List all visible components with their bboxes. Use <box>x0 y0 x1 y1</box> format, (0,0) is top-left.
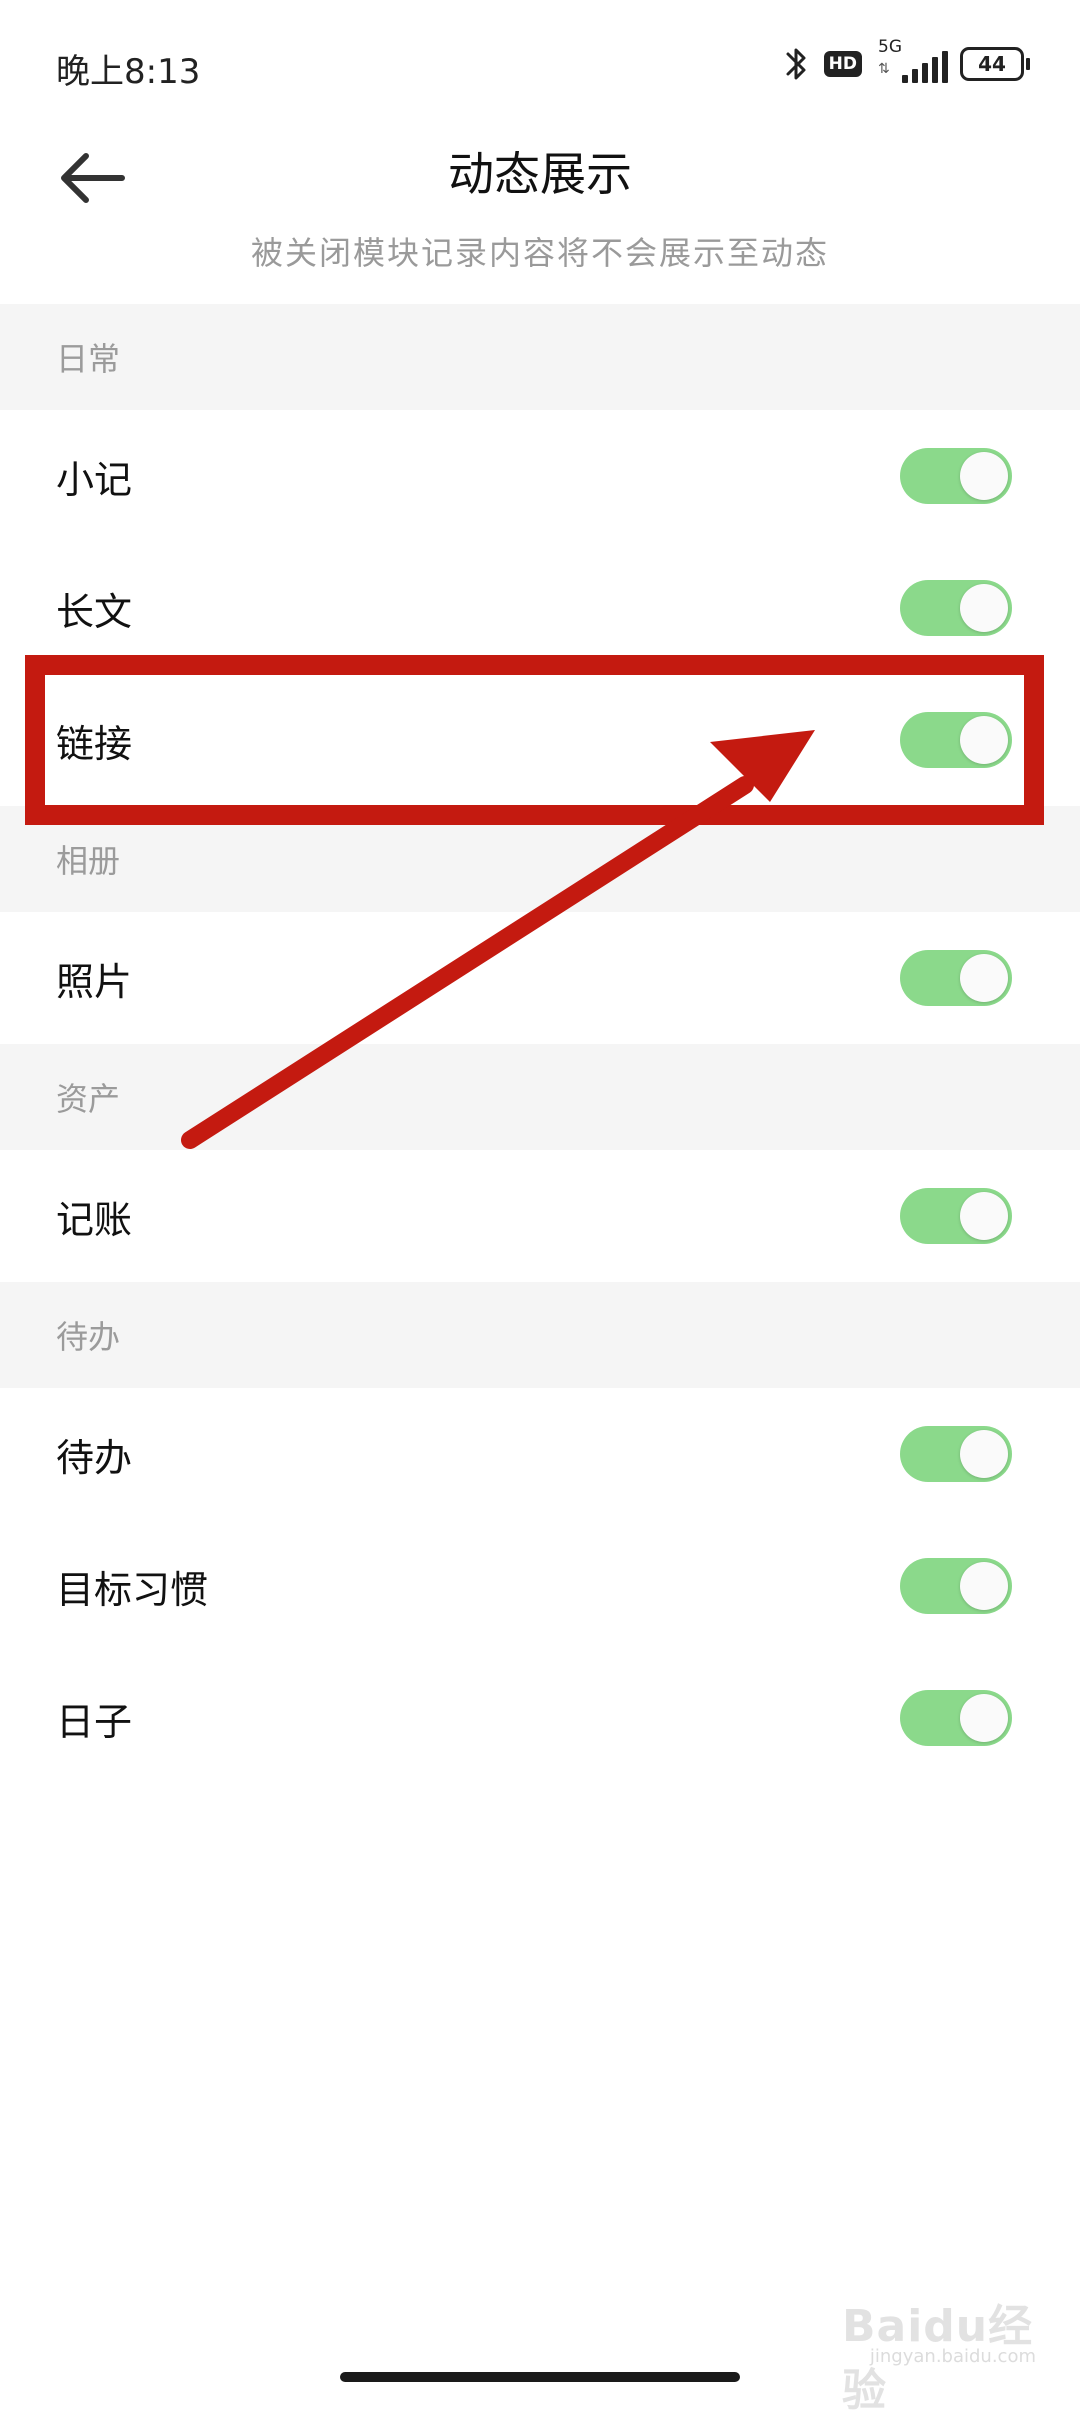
annotation-highlight-box <box>25 655 1044 825</box>
setting-label: 长文 <box>56 589 133 634</box>
toggle-knob <box>960 1562 1008 1610</box>
toggle-switch[interactable] <box>900 1426 1012 1482</box>
status-time: 晚上8:13 <box>56 52 201 92</box>
setting-label: 照片 <box>56 959 133 1004</box>
toggle-switch[interactable] <box>900 448 1012 504</box>
setting-label: 目标习惯 <box>56 1567 209 1612</box>
signal-icon: 5G ⇅ <box>876 37 948 87</box>
settings-list: 日常 小记 长文 链接 相册 照片 资产 记账 待办 待办 目标习惯 日子 <box>0 304 1080 1784</box>
toggle-switch[interactable] <box>900 1188 1012 1244</box>
section-title: 日常 <box>56 340 121 378</box>
section-header-assets: 资产 <box>0 1044 1080 1150</box>
toggle-switch[interactable] <box>900 950 1012 1006</box>
setting-label: 待办 <box>56 1435 133 1480</box>
setting-row-photo[interactable]: 照片 <box>0 912 1080 1044</box>
setting-label: 日子 <box>56 1699 133 1744</box>
battery-icon: 44 <box>960 47 1030 81</box>
toggle-knob <box>960 1694 1008 1742</box>
toggle-switch[interactable] <box>900 1558 1012 1614</box>
section-header-todo: 待办 <box>0 1282 1080 1388</box>
setting-row-goal-habit[interactable]: 目标习惯 <box>0 1520 1080 1652</box>
toggle-knob <box>960 584 1008 632</box>
home-indicator[interactable] <box>340 2372 740 2382</box>
data-arrows-icon: ⇅ <box>878 61 890 77</box>
setting-row-todo[interactable]: 待办 <box>0 1388 1080 1520</box>
hd-badge: HD <box>823 51 862 77</box>
setting-row-days[interactable]: 日子 <box>0 1652 1080 1784</box>
section-header-daily: 日常 <box>0 304 1080 410</box>
battery-level: 44 <box>960 47 1024 81</box>
setting-row-note[interactable]: 小记 <box>0 410 1080 542</box>
setting-label: 记账 <box>56 1197 133 1242</box>
page-title: 动态展示 <box>448 147 632 201</box>
watermark-sub: jingyan.baidu.com <box>869 2346 1036 2367</box>
setting-row-accounting[interactable]: 记账 <box>0 1150 1080 1282</box>
network-type: 5G <box>878 37 902 57</box>
section-title: 相册 <box>56 842 121 880</box>
watermark-logo: Baidu经验 jingyan.baidu.com <box>842 2290 1042 2416</box>
toggle-switch[interactable] <box>900 1690 1012 1746</box>
setting-label: 小记 <box>56 457 133 502</box>
bluetooth-icon <box>786 48 806 80</box>
toggle-knob <box>960 452 1008 500</box>
section-title: 待办 <box>56 1318 121 1356</box>
status-icons: HD 5G ⇅ 44 <box>784 34 1030 94</box>
section-title: 资产 <box>56 1080 121 1118</box>
page-subtitle: 被关闭模块记录内容将不会展示至动态 <box>250 234 829 272</box>
toggle-knob <box>960 1192 1008 1240</box>
toggle-switch[interactable] <box>900 580 1012 636</box>
toggle-knob <box>960 954 1008 1002</box>
status-bar: 晚上8:13 HD 5G ⇅ 44 <box>0 0 1080 130</box>
toggle-knob <box>960 1430 1008 1478</box>
